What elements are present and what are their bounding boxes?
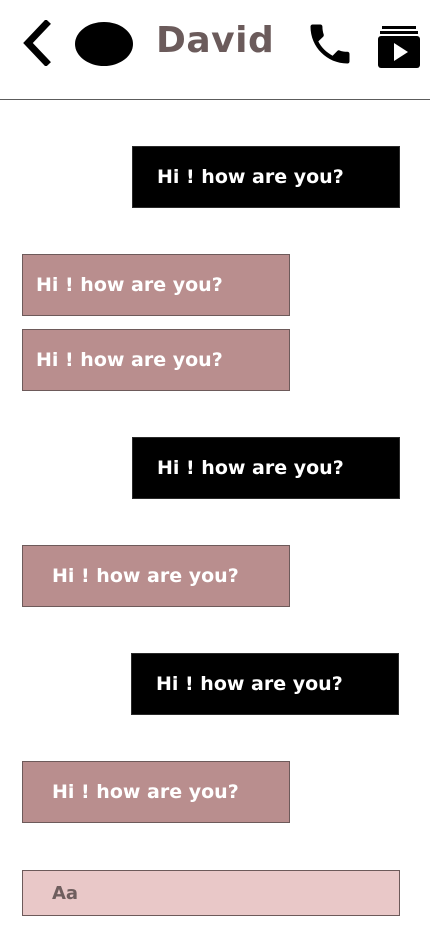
message-text: Hi ! how are you? [157,457,344,479]
message-text: Hi ! how are you? [52,565,239,587]
message-outgoing: Hi ! how are you? [132,437,400,499]
message-text: Hi ! how are you? [36,274,223,296]
contact-name: David [156,20,275,61]
message-text: Hi ! how are you? [156,673,343,695]
message-text: Hi ! how are you? [52,781,239,803]
message-outgoing: Hi ! how are you? [132,146,400,208]
message-outgoing: Hi ! how are you? [131,653,399,715]
message-text: Hi ! how are you? [157,166,344,188]
message-incoming: Hi ! how are you? [22,761,290,823]
avatar[interactable] [75,22,133,66]
message-incoming: Hi ! how are you? [22,254,290,316]
chevron-left-icon[interactable] [20,20,54,66]
message-text: Hi ! how are you? [36,349,223,371]
message-incoming: Hi ! how are you? [22,545,290,607]
chat-header: David [0,0,430,100]
media-stack-icon[interactable] [376,26,422,70]
message-input[interactable] [50,881,374,905]
message-incoming: Hi ! how are you? [22,329,290,391]
phone-icon[interactable] [304,18,356,70]
message-composer [22,870,400,916]
